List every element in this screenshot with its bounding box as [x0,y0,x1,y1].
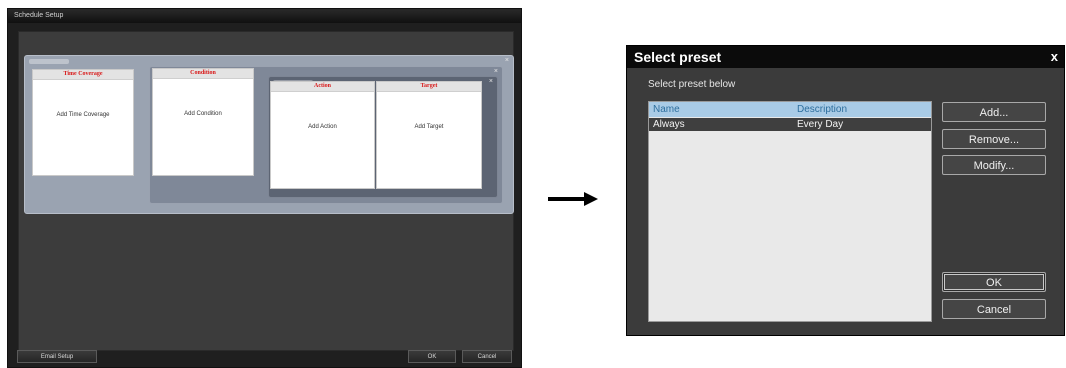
column-header-name[interactable]: Name [653,102,680,117]
close-icon[interactable]: × [505,57,509,64]
card-header: Target [377,82,481,92]
preset-name: Always [653,119,685,130]
condition-card[interactable]: Condition Add Condition [152,68,254,176]
add-action-link[interactable]: Add Action [271,124,374,130]
card-header: Time Coverage [33,70,133,80]
close-icon[interactable]: × [489,78,493,85]
panel-handle[interactable] [29,59,69,64]
schedule-setup-window: Schedule Setup × × × Time Coverage Add T… [7,8,522,368]
cancel-button[interactable]: Cancel [942,299,1046,319]
action-card[interactable]: Action Add Action [270,81,375,189]
remove-button[interactable]: Remove... [942,129,1046,149]
close-icon[interactable]: × [494,68,498,75]
right-arrow-icon [548,192,598,206]
cancel-button[interactable]: Cancel [462,350,512,363]
preset-list[interactable]: Name Description Always Every Day [648,101,932,322]
dialog-title: Select preset [634,49,722,65]
select-preset-dialog: Select preset x Select preset below Name… [626,45,1065,336]
close-icon[interactable]: x [1051,46,1058,68]
preset-description: Every Day [797,119,844,130]
target-card[interactable]: Target Add Target [376,81,482,189]
ok-button[interactable]: OK [408,350,456,363]
card-header: Condition [153,69,253,79]
schedule-setup-title: Schedule Setup [8,9,521,23]
add-target-link[interactable]: Add Target [377,124,481,130]
instruction-label: Select preset below [648,79,736,90]
time-coverage-card[interactable]: Time Coverage Add Time Coverage [32,69,134,176]
column-header-description[interactable]: Description [797,102,847,117]
add-condition-link[interactable]: Add Condition [153,111,253,117]
dialog-titlebar: Select preset x [627,46,1064,68]
modify-button[interactable]: Modify... [942,155,1046,175]
list-header: Name Description [649,102,931,117]
ok-button[interactable]: OK [942,272,1046,292]
list-item[interactable]: Always Every Day [649,118,931,131]
card-header: Action [271,82,374,92]
add-button[interactable]: Add... [942,102,1046,122]
email-setup-button[interactable]: Email Setup [17,350,97,363]
add-time-coverage-link[interactable]: Add Time Coverage [33,112,133,118]
